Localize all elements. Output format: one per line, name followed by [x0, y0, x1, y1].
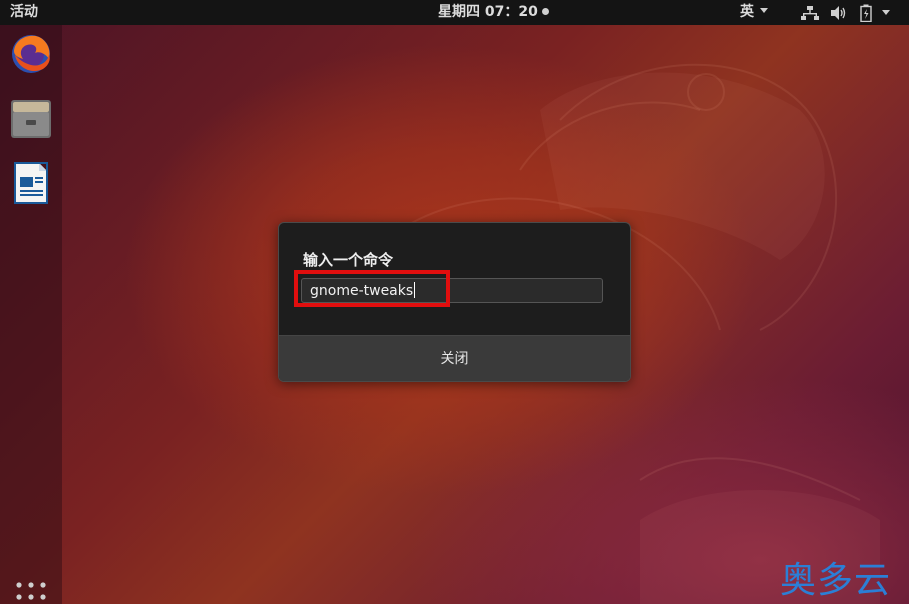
libreoffice-writer-icon	[14, 162, 48, 204]
run-command-dialog: 输入一个命令 gnome-tweaks 关闭	[278, 222, 631, 382]
dock-item-firefox[interactable]	[9, 31, 53, 75]
show-applications-button[interactable]	[15, 581, 47, 604]
file-manager-icon	[11, 100, 51, 138]
dialog-footer: 关闭	[279, 335, 630, 381]
clock-text: 星期四 07：20	[438, 4, 538, 20]
activities-button[interactable]: 活动	[10, 0, 38, 25]
apps-grid-icon	[16, 582, 46, 600]
chevron-down-icon	[760, 8, 768, 13]
clock-button[interactable]: 星期四 07：20	[438, 0, 549, 25]
dock	[0, 25, 62, 604]
dialog-title: 输入一个命令	[303, 251, 394, 269]
notification-dot-icon	[541, 8, 549, 15]
volume-icon	[831, 5, 846, 20]
input-method-label: 英	[740, 4, 754, 20]
top-bar: 活动 星期四 07：20 英	[0, 0, 909, 25]
dock-item-writer[interactable]	[9, 161, 53, 205]
network-icon	[801, 5, 819, 20]
watermark-text: 奥多云	[780, 560, 892, 601]
battery-icon	[860, 4, 872, 22]
system-tray[interactable]	[800, 0, 890, 25]
firefox-icon	[12, 35, 50, 73]
annotation-highlight-box	[294, 270, 450, 307]
dock-item-files[interactable]	[9, 96, 53, 140]
input-method-menu[interactable]: 英	[740, 0, 768, 25]
close-button[interactable]: 关闭	[279, 336, 630, 381]
system-menu-chevron-icon	[882, 10, 890, 15]
